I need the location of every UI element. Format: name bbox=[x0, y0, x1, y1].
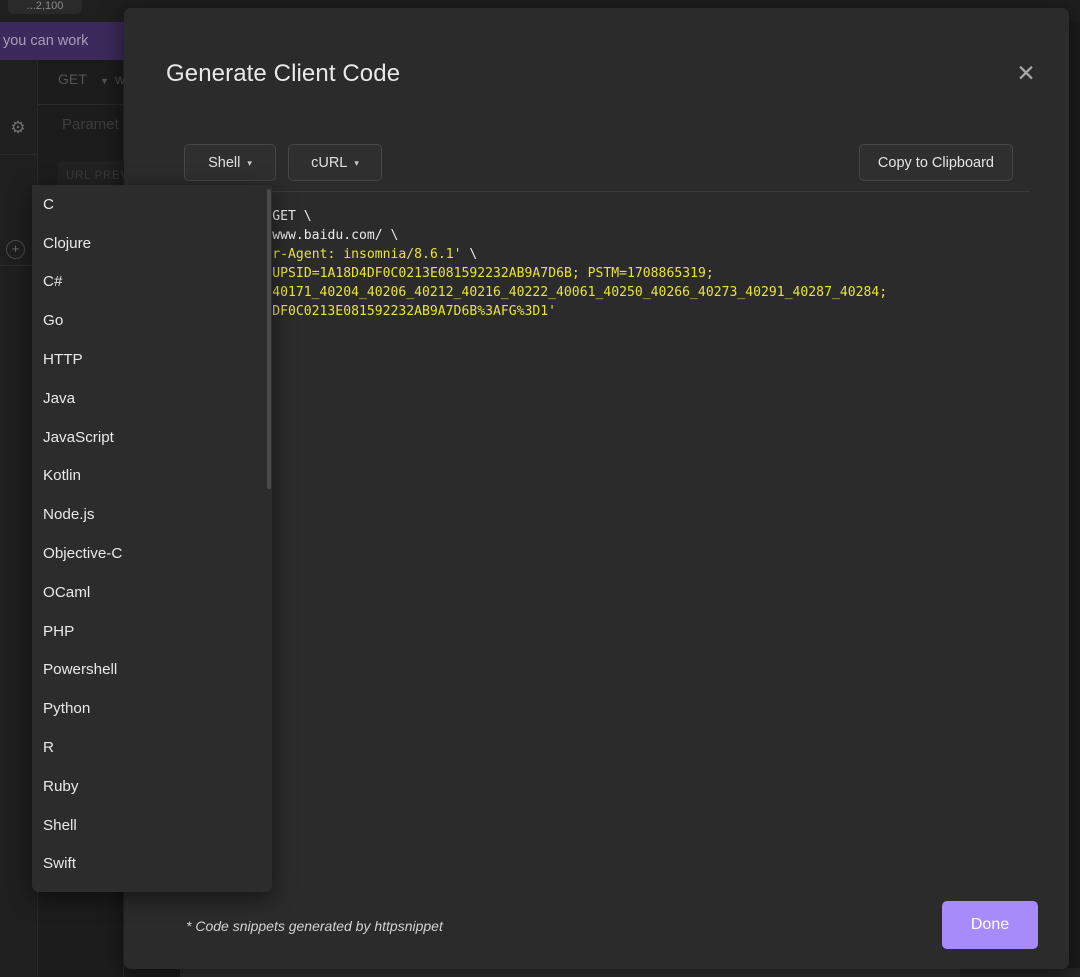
language-option-javascript[interactable]: JavaScript bbox=[32, 418, 272, 457]
language-option-label: Ruby bbox=[43, 777, 79, 795]
language-option-powershell[interactable]: Powershell bbox=[32, 651, 272, 690]
chevron-down-icon: ▾ bbox=[247, 158, 252, 168]
app-root: ...2,100 ere you can work ⚙ + GET ▼ w Pa… bbox=[0, 0, 1080, 977]
language-option-label: C# bbox=[43, 273, 63, 291]
background-method-label[interactable]: GET bbox=[58, 71, 87, 87]
language-menu-scrollbar-thumb[interactable] bbox=[267, 189, 271, 489]
language-option-label: Kotlin bbox=[43, 467, 81, 485]
language-option-ocaml[interactable]: OCaml bbox=[32, 573, 272, 612]
background-parameters-tab[interactable]: Paramet bbox=[62, 116, 119, 133]
toolbar-divider bbox=[164, 191, 1030, 192]
language-option-label: Objective-C bbox=[43, 545, 123, 563]
language-option-label: Java bbox=[43, 389, 76, 407]
background-url-preview-label: URL PREV bbox=[66, 170, 129, 182]
code-token: 'BIDUPSID=1A18D4DF0C0213E081592232AB9A7D… bbox=[240, 266, 714, 281]
background-tab-pill[interactable]: ...2,100 bbox=[8, 0, 82, 14]
language-option-label: C bbox=[43, 195, 54, 213]
language-option-label: Clojure bbox=[43, 234, 92, 252]
language-option-node-js[interactable]: Node.js bbox=[32, 495, 272, 534]
horizontal-scrollbar[interactable] bbox=[180, 968, 1080, 977]
language-option-swift[interactable]: Swift bbox=[32, 845, 272, 884]
language-option-c-[interactable]: C# bbox=[32, 263, 272, 302]
language-option-label: Node.js bbox=[43, 506, 95, 524]
language-option-c[interactable]: C bbox=[32, 185, 272, 224]
footer-note: * Code snippets generated by httpsnippet bbox=[186, 918, 443, 934]
sidebar-divider-1 bbox=[0, 154, 38, 155]
language-option-label: OCaml bbox=[43, 583, 91, 601]
gear-icon[interactable]: ⚙ bbox=[9, 119, 27, 137]
language-option-kotlin[interactable]: Kotlin bbox=[32, 457, 272, 496]
format-select-label: cURL bbox=[311, 154, 348, 171]
language-option-label: JavaScript bbox=[43, 428, 114, 446]
language-select-button[interactable]: Shell ▾ bbox=[184, 144, 276, 181]
chevron-down-icon: ▼ bbox=[100, 76, 109, 86]
modal-toolbar: Shell ▾ cURL ▾ Copy to Clipboard bbox=[124, 138, 1069, 190]
modal-footer: * Code snippets generated by httpsnippet… bbox=[124, 888, 1069, 969]
language-select-label: Shell bbox=[208, 154, 241, 171]
done-button[interactable]: Done bbox=[942, 901, 1038, 949]
page-title: Generate Client Code bbox=[166, 60, 401, 87]
background-banner: ere you can work bbox=[0, 22, 124, 60]
language-option-label: HTTP bbox=[43, 351, 83, 369]
code-token: \ bbox=[461, 247, 478, 262]
horizontal-scrollbar-thumb[interactable] bbox=[180, 968, 960, 977]
copy-to-clipboard-button[interactable]: Copy to Clipboard bbox=[858, 144, 1013, 181]
language-option-go[interactable]: Go bbox=[32, 301, 272, 340]
language-option-label: Powershell bbox=[43, 661, 118, 679]
language-option-http[interactable]: HTTP bbox=[32, 340, 272, 379]
language-option-clojure[interactable]: Clojure bbox=[32, 224, 272, 263]
language-option-label: PHP bbox=[43, 622, 75, 640]
language-option-label: Shell bbox=[43, 816, 77, 834]
background-banner-text: ere you can work bbox=[0, 33, 89, 49]
language-menu-scrollbar[interactable] bbox=[266, 185, 272, 892]
plus-circle-icon[interactable]: + bbox=[6, 240, 25, 259]
language-option-label: Python bbox=[43, 700, 91, 718]
language-option-python[interactable]: Python bbox=[32, 689, 272, 728]
close-icon[interactable]: ✕ bbox=[1011, 58, 1041, 88]
language-option-php[interactable]: PHP bbox=[32, 612, 272, 651]
language-option-shell[interactable]: Shell bbox=[32, 806, 272, 845]
language-option-list: C Clojure C# Go HTTP Java JavaScript Kotlin Node… bbox=[32, 185, 272, 883]
language-option-label: R bbox=[43, 739, 54, 757]
format-select-button[interactable]: cURL ▾ bbox=[288, 144, 382, 181]
language-option-ruby[interactable]: Ruby bbox=[32, 767, 272, 806]
language-option-java[interactable]: Java bbox=[32, 379, 272, 418]
chevron-down-icon: ▾ bbox=[354, 158, 359, 168]
language-option-objective-c[interactable]: Objective-C bbox=[32, 534, 272, 573]
code-token: 'User-Agent: insomnia/8.6.1' bbox=[240, 247, 462, 262]
language-option-label: Swift bbox=[43, 855, 76, 873]
language-dropdown-menu[interactable]: C Clojure C# Go HTTP Java JavaScript Kotlin Node… bbox=[32, 185, 272, 892]
modal-header: Generate Client Code ✕ bbox=[124, 8, 1069, 124]
language-option-r[interactable]: R bbox=[32, 728, 272, 767]
language-option-label: Go bbox=[43, 312, 64, 330]
